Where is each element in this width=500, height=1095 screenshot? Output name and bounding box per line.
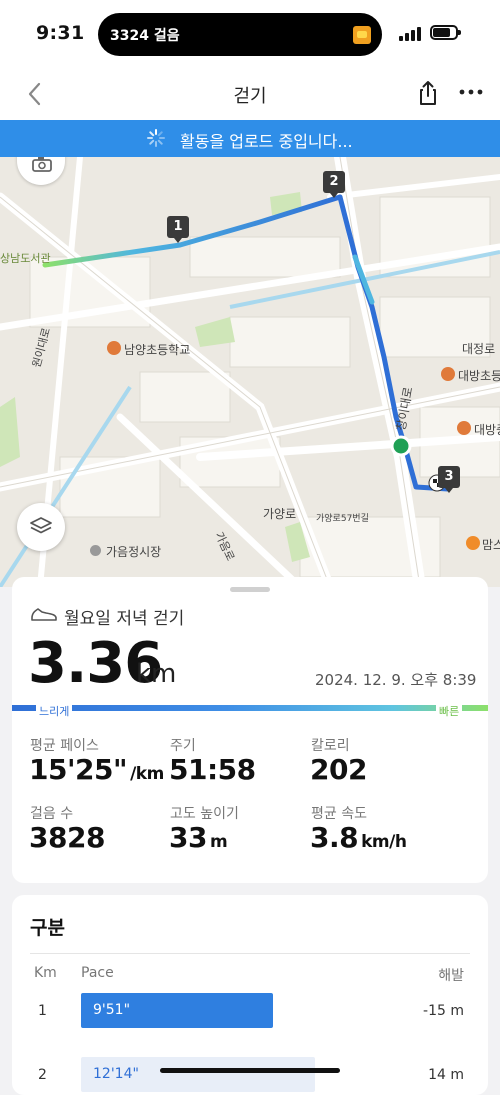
activity-summary-card: 월요일 저녁 걷기 3.36 km 2024. 12. 9. 오후 8:39 느… xyxy=(12,577,488,883)
elevation-gain-label: 고도 높이기 xyxy=(170,806,239,822)
split-elevation: 14 m xyxy=(428,1067,464,1083)
map-label-daebang-elem: 대방초등 xyxy=(458,369,500,383)
avg-speed-value: 3.8 km/h xyxy=(310,821,407,854)
loading-spinner-icon xyxy=(146,128,166,148)
activity-name: 월요일 저녁 걷기 xyxy=(64,609,185,629)
col-header-km: Km xyxy=(34,965,57,981)
sheet-drag-handle[interactable] xyxy=(230,587,270,592)
steps-label: 걸음 수 xyxy=(30,806,74,822)
map-background xyxy=(0,157,500,587)
split-km: 1 xyxy=(38,1003,47,1019)
calories-label: 칼로리 xyxy=(311,738,350,754)
app-icon xyxy=(353,26,371,44)
col-header-pace: Pace xyxy=(81,965,114,981)
map-label-daejeong: 대정로 xyxy=(462,342,496,356)
split-elevation: -15 m xyxy=(423,1003,464,1019)
map-label-library: 상남도서관 xyxy=(0,252,51,265)
split-km: 2 xyxy=(38,1067,47,1083)
map-label-gayang: 가양로 xyxy=(263,507,297,521)
map-label-daebang-mid: 대방중 xyxy=(474,423,500,437)
school-poi-icon xyxy=(107,341,121,355)
dynamic-island[interactable]: 3324 걸음 xyxy=(98,13,382,56)
map-label-gayang57: 가양로57번길 xyxy=(316,514,369,524)
col-header-elevation: 해발 xyxy=(438,968,464,984)
map-label-market: 가음정시장 xyxy=(106,545,162,559)
more-options-icon[interactable] xyxy=(458,82,484,102)
duration-value: 51:58 xyxy=(169,753,256,786)
battery-icon xyxy=(430,25,461,40)
market-poi-icon xyxy=(90,545,101,556)
pace-legend-bar xyxy=(12,705,488,711)
activity-date: 2024. 12. 9. 오후 8:39 xyxy=(315,671,477,689)
map-layers-button[interactable] xyxy=(17,503,65,551)
avg-pace-value: 15'25"/km xyxy=(29,753,164,786)
food-poi-icon xyxy=(466,536,480,550)
lap-marker-2[interactable]: 2 xyxy=(323,171,345,198)
divider xyxy=(30,953,470,954)
split-pace-bar: 12'14" xyxy=(81,1057,315,1092)
splits-title: 구분 xyxy=(30,917,65,939)
lap-marker-1[interactable]: 1 xyxy=(167,216,189,243)
shoe-icon xyxy=(30,603,58,623)
splits-card: 구분 Km Pace 해발 1 9'51" -15 m 2 12'14" 14 m xyxy=(12,895,488,1095)
distance-unit: km xyxy=(136,659,177,689)
school-poi-icon xyxy=(441,367,455,381)
pace-slow-label: 느리게 xyxy=(36,703,73,719)
step-count-live: 3324 걸음 xyxy=(110,28,180,44)
nav-header: 걷기 xyxy=(0,68,500,120)
map-label-school: 남양초등학교 xyxy=(124,343,191,357)
cellular-signal-icon xyxy=(399,27,423,41)
camera-icon xyxy=(32,157,52,172)
split-pace-value: 12'14" xyxy=(93,1066,139,1082)
lap-marker-3[interactable]: 3 xyxy=(438,466,460,493)
school-poi-icon xyxy=(457,421,471,435)
duration-label: 주기 xyxy=(170,738,196,754)
map-label-mam: 맘스 xyxy=(482,538,500,552)
status-bar: 9:31 3324 걸음 xyxy=(0,0,500,68)
route-map[interactable]: 1 2 3 상남도서관 남양초등학교 대정로 대방초등 대방중 원이대로 창이대… xyxy=(0,157,500,587)
elevation-gain-value: 33 m xyxy=(169,821,228,854)
pace-fast-label: 빠른 xyxy=(436,703,463,719)
status-time: 9:31 xyxy=(36,22,85,44)
home-indicator[interactable] xyxy=(160,1068,340,1073)
calories-value: 202 xyxy=(310,753,367,786)
avg-pace-label: 평균 페이스 xyxy=(30,738,99,754)
split-pace-bar: 9'51" xyxy=(81,993,273,1028)
upload-banner: 활동을 업로드 중입니다... xyxy=(0,120,500,157)
split-pace-value: 9'51" xyxy=(93,1002,131,1018)
avg-speed-label: 평균 속도 xyxy=(311,806,367,822)
steps-value: 3828 xyxy=(29,821,105,854)
layers-icon xyxy=(30,517,52,534)
share-icon[interactable] xyxy=(416,79,440,107)
upload-status-text: 활동을 업로드 중입니다... xyxy=(180,132,353,151)
